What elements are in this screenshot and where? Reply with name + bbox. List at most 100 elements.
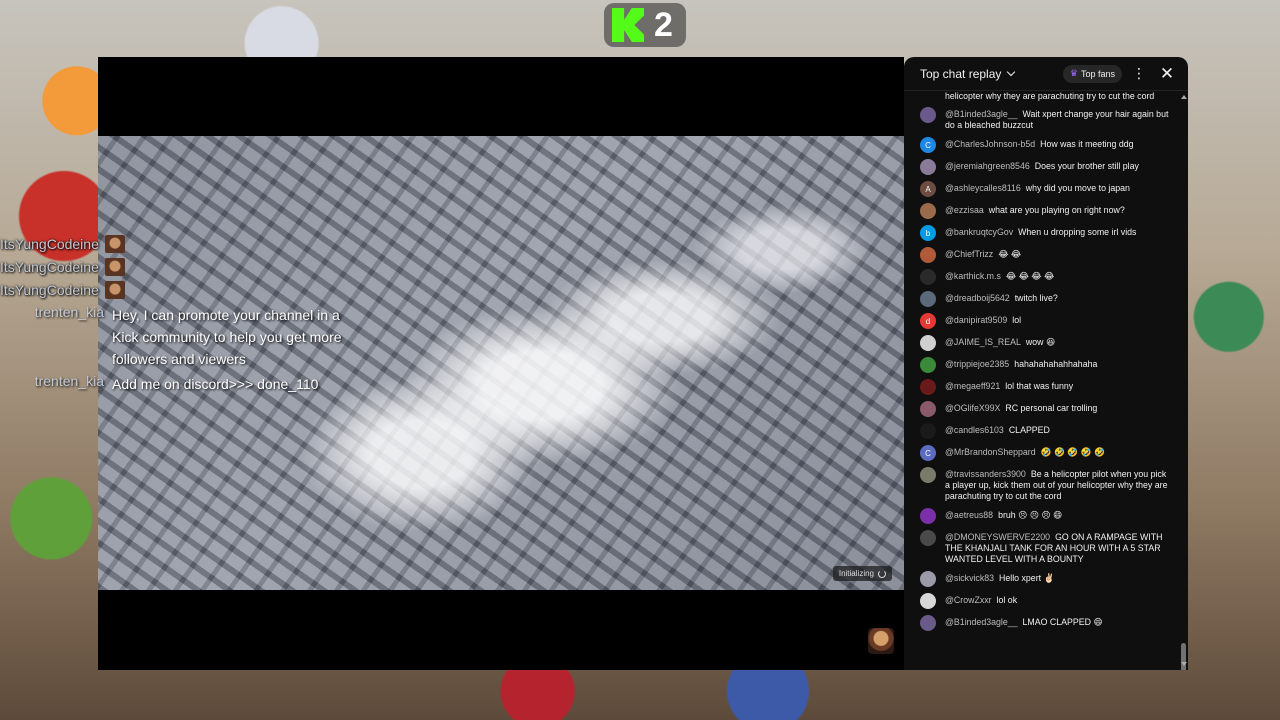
overlay-chat-username: trenten_kia [34, 304, 104, 320]
avatar[interactable] [920, 269, 936, 285]
chat-message: @candles6103 CLAPPED [904, 420, 1178, 442]
avatar[interactable] [920, 423, 936, 439]
avatar[interactable] [920, 401, 936, 417]
chat-author[interactable]: @sickvick83 [945, 573, 994, 583]
chat-text: RC personal car trolling [1005, 403, 1098, 413]
chat-text: why did you move to japan [1025, 183, 1130, 193]
more-options-icon[interactable]: ⋮ [1128, 65, 1150, 82]
chat-message-body: @karthick.m.s 😂 😂 😂 😂 [945, 269, 1054, 282]
chat-text: lol [1012, 315, 1022, 325]
avatar[interactable]: d [920, 313, 936, 329]
close-icon[interactable]: ✕ [1156, 64, 1178, 84]
chat-message-body: @CrowZxxr lol ok [945, 593, 1017, 606]
overlay-chat-username: trenten_kia [34, 373, 104, 389]
chat-text: 😂 😂 😂 😂 [1005, 271, 1055, 281]
chat-message-body: @B1inded3agle__ LMAO CLAPPED 😄 [945, 615, 1103, 628]
initializing-indicator: Initializing [832, 566, 892, 581]
chat-author[interactable]: @CharlesJohnson-b5d [945, 139, 1035, 149]
chat-message: A @ashleycalles8116 why did you move to ja… [904, 178, 1178, 200]
avatar[interactable] [920, 107, 936, 123]
chat-author[interactable]: @CrowZxxr [945, 595, 992, 605]
kick-viewer-count: 2 [654, 5, 673, 44]
chat-author[interactable]: @karthick.m.s [945, 271, 1001, 281]
avatar[interactable] [920, 291, 936, 307]
chat-message-body: @JAIME_IS_REAL wow 😆 [945, 335, 1055, 348]
chat-text: twitch live? [1014, 293, 1058, 303]
chat-message-body: @CharlesJohnson-b5d How was it meeting dd… [945, 137, 1134, 150]
chat-message: @travissanders3900 Be a helicopter pilot … [904, 464, 1178, 505]
chat-message: @JAIME_IS_REAL wow 😆 [904, 332, 1178, 354]
avatar[interactable] [920, 379, 936, 395]
chat-message: @trippiejoe2385 hahahahahahhahaha [904, 354, 1178, 376]
chat-message-body: @MrBrandonSheppard 🤣 🤣 🤣 🤣 🤣 [945, 445, 1105, 458]
chat-message-body: @trippiejoe2385 hahahahahahhahaha [945, 357, 1097, 370]
avatar[interactable] [920, 159, 936, 175]
chat-author[interactable]: @bankruqtcyGov [945, 227, 1013, 237]
chat-author[interactable]: @dreadboij5642 [945, 293, 1010, 303]
chat-message: @ChiefTrizz 😂 😂 [904, 244, 1178, 266]
chat-message-body: @sickvick83 Hello xpert ✌🏻 [945, 571, 1054, 584]
chat-author[interactable]: @MrBrandonSheppard [945, 447, 1036, 457]
chat-text: 🤣 🤣 🤣 🤣 🤣 [1040, 447, 1106, 457]
chat-text: 😂 😂 [998, 249, 1022, 259]
avatar[interactable] [920, 467, 936, 483]
chat-text: CLAPPED [1008, 425, 1050, 435]
streamer-avatar [868, 628, 894, 654]
chat-text: LMAO CLAPPED 😄 [1022, 617, 1103, 627]
chat-header: Top chat replay ♛ Top fans ⋮ ✕ [904, 57, 1188, 91]
chat-author[interactable]: @aetreus88 [945, 510, 993, 520]
top-fans-button[interactable]: ♛ Top fans [1062, 64, 1122, 83]
chat-mode-dropdown[interactable]: Top chat replay [920, 67, 1016, 81]
overlay-chat-username: ItsYungCodeine [0, 258, 99, 275]
avatar[interactable] [920, 615, 936, 631]
avatar[interactable] [920, 335, 936, 351]
chat-author[interactable]: @OGlifeX99X [945, 403, 1000, 413]
chat-message: @sickvick83 Hello xpert ✌🏻 [904, 568, 1178, 590]
chat-scrollbar[interactable] [1181, 95, 1187, 670]
kick-logo-icon [612, 8, 644, 42]
avatar[interactable]: b [920, 225, 936, 241]
overlay-chat-row: ItsYungCodeine [0, 278, 360, 301]
chat-author[interactable]: @trippiejoe2385 [945, 359, 1009, 369]
avatar[interactable] [920, 571, 936, 587]
spinner-icon [878, 569, 886, 578]
avatar[interactable]: C [920, 445, 936, 461]
chat-author[interactable]: @DMONEYSWERVE2200 [945, 532, 1050, 542]
crown-icon: ♛ [1069, 68, 1078, 78]
scroll-up-arrow-icon[interactable] [1181, 95, 1187, 99]
chat-message-body: @travissanders3900 Be a helicopter pilot … [945, 467, 1170, 502]
chat-message-body: @bankruqtcyGov When u dropping some irl v… [945, 225, 1136, 238]
chat-message-body: @DMONEYSWERVE2200 GO ON A RAMPAGE WITH TH… [945, 530, 1170, 565]
avatar[interactable] [920, 203, 936, 219]
avatar[interactable]: C [920, 137, 936, 153]
chat-author[interactable]: @JAIME_IS_REAL [945, 337, 1021, 347]
avatar[interactable] [920, 508, 936, 524]
avatar[interactable] [920, 247, 936, 263]
chat-author[interactable]: @B1inded3agle__ [945, 617, 1018, 627]
chat-author[interactable]: @candles6103 [945, 425, 1004, 435]
initializing-label: Initializing [838, 569, 874, 578]
chat-message: d @danipirat9509 lol [904, 310, 1178, 332]
overlay-chat-username: ItsYungCodeine [0, 281, 99, 298]
scroll-down-arrow-icon[interactable] [1181, 662, 1187, 666]
avatar[interactable] [920, 530, 936, 546]
chat-message-body: @candles6103 CLAPPED [945, 423, 1050, 436]
chat-message: @OGlifeX99X RC personal car trolling [904, 398, 1178, 420]
chat-author[interactable]: @danipirat9509 [945, 315, 1007, 325]
avatar[interactable]: A [920, 181, 936, 197]
overlay-chat-row: ItsYungCodeine [0, 255, 360, 278]
chat-author[interactable]: @ChiefTrizz [945, 249, 993, 259]
chat-author[interactable]: @B1inded3agle__ [945, 109, 1018, 119]
avatar[interactable] [920, 593, 936, 609]
chat-author[interactable]: @ashleycalles8116 [945, 183, 1021, 193]
chat-author[interactable]: @travissanders3900 [945, 469, 1026, 479]
chat-author[interactable]: @ezzisaa [945, 205, 984, 215]
chat-message: C @CharlesJohnson-b5d How was it meeting d… [904, 134, 1178, 156]
chat-author[interactable]: @megaeff921 [945, 381, 1000, 391]
chat-message-body: @dreadboij5642 twitch live? [945, 291, 1058, 304]
chat-author[interactable]: @jeremiahgreen8546 [945, 161, 1030, 171]
emote-icon [104, 257, 125, 276]
avatar[interactable] [920, 357, 936, 373]
chat-message: @B1inded3agle__ LMAO CLAPPED 😄 [904, 612, 1178, 634]
chat-message-list[interactable]: helicopter why they are parachuting try … [904, 91, 1178, 670]
